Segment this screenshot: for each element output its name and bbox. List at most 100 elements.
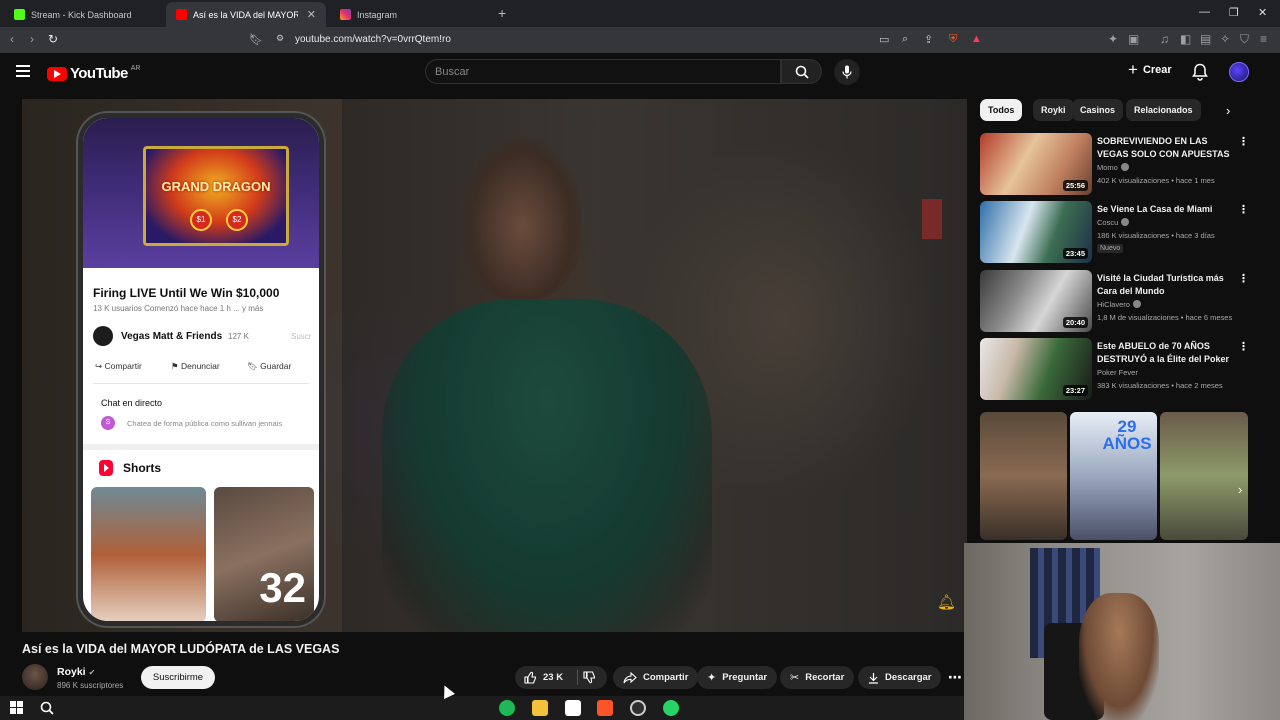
recommended-video[interactable]: 23:45 Se Viene La Casa de Miami Coscu 18… xyxy=(980,201,1250,263)
ask-label: Preguntar xyxy=(722,672,768,683)
slot-machine-screen: GRAND DRAGON $1 $2 xyxy=(143,146,289,246)
brave-rewards-icon[interactable]: ▲ xyxy=(971,33,982,45)
chip-relacionados[interactable]: Relacionados xyxy=(1126,99,1201,121)
browser-toolbar: ‹ › ↻ 🔖︎ ⚙︎ youtube.com/watch?v=0vrrQtem… xyxy=(0,27,1280,53)
leo-icon[interactable]: ✧ xyxy=(1220,32,1230,46)
youtube-logo[interactable]: YouTube AR xyxy=(47,65,140,82)
short-overlay-text: 29 AÑOS xyxy=(1102,417,1152,453)
video-menu-icon[interactable]: ⋮ xyxy=(1238,272,1249,285)
kick-favicon-icon xyxy=(14,9,25,20)
short-thumbnail[interactable]: 29 AÑOS xyxy=(1070,412,1157,540)
whatsapp-icon[interactable] xyxy=(663,700,679,716)
video-menu-icon[interactable]: ⋮ xyxy=(1238,203,1249,216)
minimize-icon[interactable]: — xyxy=(1199,6,1210,18)
channel-name[interactable]: Royki ✔ xyxy=(57,666,95,678)
restore-icon[interactable]: ❐ xyxy=(1229,6,1239,19)
spotify-icon[interactable] xyxy=(499,700,515,716)
extensions-icon[interactable]: ✦ xyxy=(1108,32,1118,46)
ask-button[interactable]: ✦ Preguntar xyxy=(697,666,778,689)
video-menu-icon[interactable]: ⋮ xyxy=(1238,340,1249,353)
browser-tab-instagram[interactable]: Instagram xyxy=(330,2,490,27)
panel-icon[interactable]: ◧ xyxy=(1180,32,1191,46)
tab-close-icon[interactable]: ✕ xyxy=(307,8,316,21)
account-avatar[interactable] xyxy=(1229,62,1249,82)
windows-start-icon[interactable] xyxy=(10,701,23,714)
like-button[interactable]: 23 K xyxy=(515,666,563,689)
chips-next-icon[interactable]: › xyxy=(1226,103,1230,118)
verified-icon: ✔ xyxy=(88,668,96,677)
create-button[interactable]: + Crear xyxy=(1128,61,1172,78)
like-dislike-group: 23 K xyxy=(515,666,607,689)
back-icon[interactable]: ‹ xyxy=(10,32,14,46)
video-player[interactable]: GRAND DRAGON $1 $2 Firing LIVE Until We … xyxy=(22,99,967,632)
create-label: Crear xyxy=(1142,64,1172,76)
phone-stream-title: Firing LIVE Until We Win $10,000 xyxy=(93,286,280,300)
verified-icon xyxy=(1121,218,1130,226)
chip-royki[interactable]: Royki xyxy=(1033,99,1074,121)
thumbs-up-icon xyxy=(524,671,537,684)
address-bar[interactable]: 🔖︎ ⚙︎ youtube.com/watch?v=0vrrQtem!ro ▭ … xyxy=(243,29,993,51)
vpn-icon[interactable]: ⛉ xyxy=(1240,32,1249,47)
phone-chat-title: Chat en directo xyxy=(101,398,163,408)
channel-text: Momo xyxy=(1097,163,1118,172)
cast-icon[interactable]: ▭ xyxy=(879,33,889,46)
guide-menu-icon[interactable] xyxy=(16,65,30,80)
video-frame-exit-sign xyxy=(922,199,942,239)
phone-channel-name: Vegas Matt & Friends xyxy=(121,331,223,342)
menu-icon[interactable]: ≡ xyxy=(1260,32,1267,46)
bookmark-icon[interactable]: 🔖︎ xyxy=(249,33,263,46)
recommended-channel: HiClavero xyxy=(1097,300,1141,309)
notifications-bell-icon[interactable] xyxy=(1192,63,1208,81)
chip-todos[interactable]: Todos xyxy=(980,99,1023,121)
forward-icon[interactable]: › xyxy=(30,32,34,46)
thumbs-down-icon[interactable] xyxy=(583,671,596,684)
chip-casinos[interactable]: Casinos xyxy=(1072,99,1124,121)
slot-button-2: $2 xyxy=(226,209,248,231)
share-button[interactable]: Compartir xyxy=(613,666,699,689)
shorts-next-icon[interactable]: › xyxy=(1238,482,1242,497)
clip-button[interactable]: ✂ Recortar xyxy=(780,666,855,689)
share-icon[interactable]: ⇪ xyxy=(924,33,933,46)
file-explorer-icon[interactable] xyxy=(532,700,548,716)
youtube-favicon-icon xyxy=(176,9,187,20)
notion-icon[interactable] xyxy=(565,700,581,716)
subscribe-bell-icon: 🔔︎ xyxy=(937,594,957,611)
recommended-views: 186 K visualizaciones • hace 3 días xyxy=(1097,231,1215,240)
duration-badge: 20:40 xyxy=(1062,317,1088,328)
recommended-video[interactable]: 20:40 Visité la Ciudad Turística más Car… xyxy=(980,270,1250,332)
wallet-icon[interactable]: ▤ xyxy=(1200,32,1211,46)
tab-title: Así es la VIDA del MAYOR LU... xyxy=(193,9,298,20)
url-text: youtube.com/watch?v=0vrrQtem!ro xyxy=(295,34,451,45)
obs-icon[interactable] xyxy=(630,700,646,716)
video-menu-icon[interactable]: ⋮ xyxy=(1238,135,1249,148)
windows-taskbar xyxy=(0,696,964,720)
sidebar-icon[interactable]: ▣ xyxy=(1128,32,1139,46)
zoom-icon[interactable]: ⌕ xyxy=(902,33,908,46)
taskbar-search-icon[interactable] xyxy=(40,701,54,715)
voice-search-button[interactable] xyxy=(834,59,860,85)
download-button[interactable]: Descargar xyxy=(858,666,942,689)
recommended-video[interactable]: 23:27 Este ABUELO de 70 AÑOS DESTRUYÓ a … xyxy=(980,338,1250,400)
brave-shield-icon[interactable]: ⛨ xyxy=(949,33,957,46)
browser-tab-youtube[interactable]: Así es la VIDA del MAYOR LU... ✕ xyxy=(166,2,326,27)
short-thumbnail[interactable] xyxy=(1160,412,1248,540)
new-tab-icon[interactable]: + xyxy=(498,5,506,21)
recommended-video[interactable]: 25:56 SOBREVIVIENDO EN LAS VEGAS SOLO CO… xyxy=(980,133,1250,195)
tab-title: Stream - Kick Dashboard xyxy=(31,9,132,20)
phone-subscribe-text: Suscr xyxy=(291,332,312,341)
channel-text: HiClavero xyxy=(1097,300,1130,309)
close-window-icon[interactable]: ✕ xyxy=(1258,6,1267,19)
more-actions-icon[interactable]: ⋯ xyxy=(948,669,962,686)
short-thumbnail[interactable] xyxy=(980,412,1067,540)
reload-icon[interactable]: ↻ xyxy=(48,32,58,46)
search-button[interactable] xyxy=(781,59,822,84)
brave-browser-icon[interactable] xyxy=(597,700,613,716)
media-icon[interactable]: ♫ xyxy=(1160,32,1169,46)
subscribe-button[interactable]: Suscribirme xyxy=(141,666,215,689)
channel-subscribers: 896 K suscriptores xyxy=(57,681,124,690)
channel-avatar[interactable] xyxy=(22,664,48,690)
browser-tab-kick[interactable]: Stream - Kick Dashboard xyxy=(4,2,164,27)
phone-save-label: Guardar xyxy=(260,361,292,371)
search-input[interactable]: Buscar xyxy=(425,59,781,84)
site-info-icon[interactable]: ⚙︎ xyxy=(276,33,284,44)
